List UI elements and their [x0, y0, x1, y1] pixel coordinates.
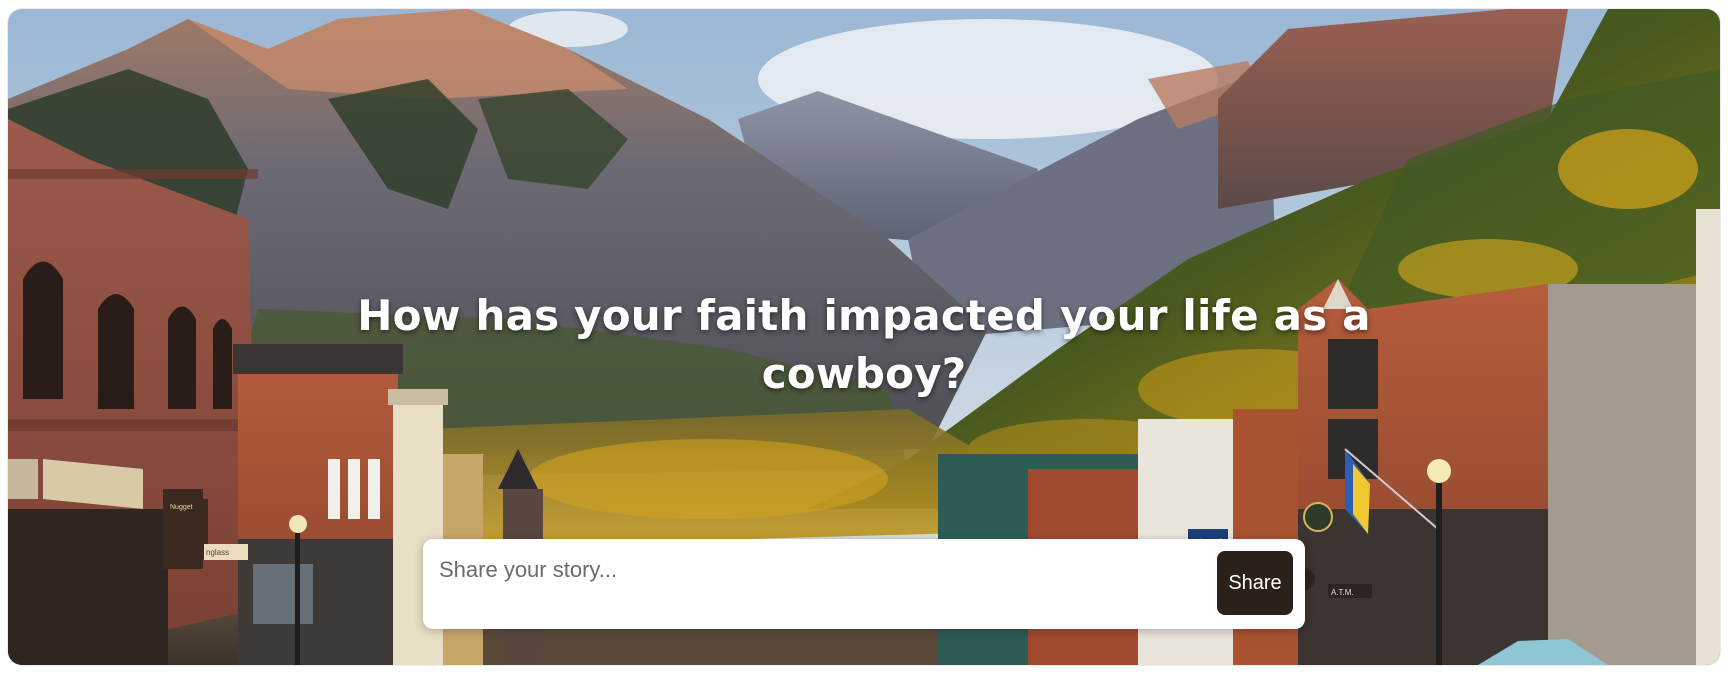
story-input[interactable] — [439, 553, 1219, 587]
atm-sign: A.T.M. — [1331, 588, 1354, 597]
story-share-form: Share — [423, 539, 1305, 629]
hero-banner: patagonia Nugget nglass A.T.M. How has y… — [8, 9, 1720, 665]
glass-sign: nglass — [206, 548, 229, 557]
share-button[interactable]: Share — [1217, 551, 1293, 615]
page-title: How has your faith impacted your life as… — [357, 291, 1371, 398]
store-sign: Nugget — [170, 504, 193, 511]
